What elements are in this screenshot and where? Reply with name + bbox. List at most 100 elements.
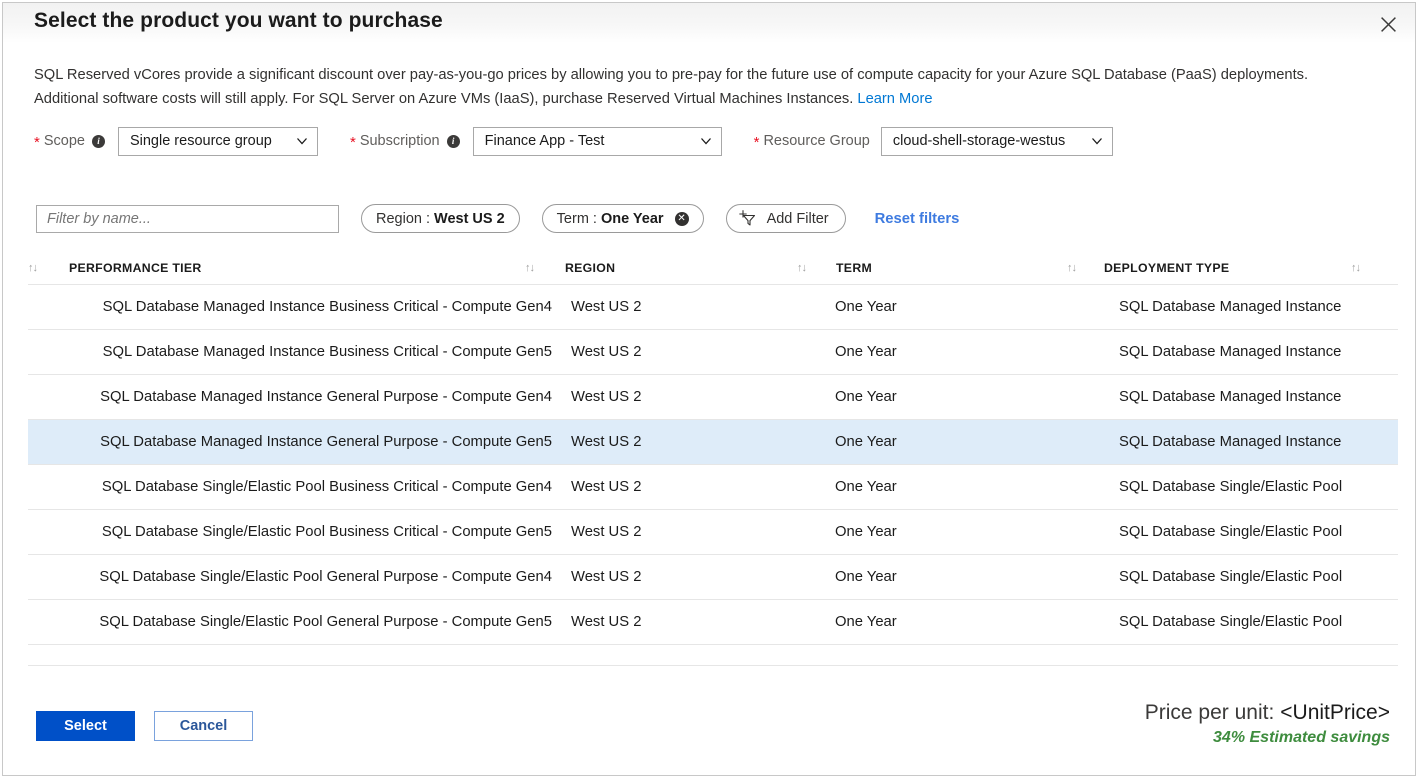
add-filter-label: Add Filter — [767, 211, 829, 227]
required-asterisk: * — [350, 135, 356, 150]
price-summary: Price per unit:<UnitPrice> 34% Estimated… — [1145, 701, 1390, 747]
cell-term: One Year — [834, 524, 1119, 540]
table-row[interactable]: SQL Database Single/Elastic Pool General… — [28, 554, 1398, 599]
cell-term: One Year — [834, 299, 1119, 315]
column-header-term[interactable]: TERM — [811, 261, 1067, 275]
table-header-row: ↑↓ PERFORMANCE TIER ↑↓ REGION ↑↓ TERM ↑↓… — [28, 251, 1398, 284]
required-asterisk: * — [34, 135, 40, 150]
cell-performance-tier: SQL Database Managed Instance Business C… — [28, 344, 552, 360]
cell-region: West US 2 — [552, 524, 834, 540]
resource-group-dropdown-value: cloud-shell-storage-westus — [893, 133, 1065, 149]
table-footer-spacer — [28, 644, 1398, 666]
description-text: SQL Reserved vCores provide a significan… — [34, 67, 1308, 107]
scope-selector-row: * Scope i Single resource group * Subscr… — [34, 127, 1113, 155]
cell-deployment-type: SQL Database Managed Instance — [1119, 299, 1398, 315]
products-table: ↑↓ PERFORMANCE TIER ↑↓ REGION ↑↓ TERM ↑↓… — [28, 251, 1398, 666]
cancel-button[interactable]: Cancel — [154, 711, 253, 741]
price-per-unit-value: <UnitPrice> — [1280, 701, 1390, 724]
cell-deployment-type: SQL Database Single/Elastic Pool — [1119, 524, 1398, 540]
select-button[interactable]: Select — [36, 711, 135, 741]
cell-term: One Year — [834, 569, 1119, 585]
chevron-down-icon — [296, 135, 308, 147]
resource-group-dropdown[interactable]: cloud-shell-storage-westus — [881, 127, 1113, 156]
cell-deployment-type: SQL Database Managed Instance — [1119, 344, 1398, 360]
cell-performance-tier: SQL Database Managed Instance General Pu… — [28, 389, 552, 405]
sort-icon[interactable]: ↑↓ — [525, 262, 539, 274]
cell-performance-tier: SQL Database Single/Elastic Pool General… — [28, 614, 552, 630]
learn-more-link[interactable]: Learn More — [857, 91, 932, 107]
cell-term: One Year — [834, 479, 1119, 495]
table-row[interactable]: SQL Database Managed Instance Business C… — [28, 329, 1398, 374]
search-input[interactable] — [36, 205, 339, 233]
filter-pill-term-value: One Year — [601, 211, 664, 227]
add-filter-button[interactable]: + Add Filter — [726, 204, 846, 233]
cell-region: West US 2 — [552, 389, 834, 405]
filter-pill-region-value: West US 2 — [434, 211, 505, 227]
close-icon[interactable] — [1369, 7, 1407, 41]
cell-performance-tier: SQL Database Single/Elastic Pool Busines… — [28, 479, 552, 495]
scope-dropdown-value: Single resource group — [130, 133, 272, 149]
dialog-description: SQL Reserved vCores provide a significan… — [34, 63, 1332, 111]
cell-region: West US 2 — [552, 614, 834, 630]
cell-region: West US 2 — [552, 569, 834, 585]
column-header-performance-tier[interactable]: PERFORMANCE TIER — [42, 261, 525, 275]
cell-region: West US 2 — [552, 479, 834, 495]
table-row[interactable]: SQL Database Single/Elastic Pool General… — [28, 599, 1398, 644]
add-filter-icon: + — [739, 210, 760, 228]
info-icon[interactable]: i — [92, 135, 105, 148]
cell-term: One Year — [834, 614, 1119, 630]
cell-performance-tier: SQL Database Managed Instance Business C… — [28, 299, 552, 315]
table-row[interactable]: SQL Database Single/Elastic Pool Busines… — [28, 464, 1398, 509]
page-title: Select the product you want to purchase — [34, 9, 443, 33]
scope-field: * Scope i Single resource group — [34, 127, 318, 156]
chevron-down-icon — [700, 135, 712, 147]
reset-filters-link[interactable]: Reset filters — [875, 211, 960, 227]
sort-icon[interactable]: ↑↓ — [1067, 262, 1081, 274]
cell-performance-tier: SQL Database Single/Elastic Pool Busines… — [28, 524, 552, 540]
column-header-region[interactable]: REGION — [539, 261, 797, 275]
required-asterisk: * — [754, 135, 760, 150]
cell-performance-tier: SQL Database Managed Instance General Pu… — [28, 434, 552, 450]
filter-pill-region-key: Region : — [376, 211, 430, 227]
table-row[interactable]: SQL Database Managed Instance General Pu… — [28, 374, 1398, 419]
info-icon[interactable]: i — [447, 135, 460, 148]
scope-label: Scope — [44, 133, 85, 149]
cell-deployment-type: SQL Database Single/Elastic Pool — [1119, 614, 1398, 630]
cell-term: One Year — [834, 434, 1119, 450]
estimated-savings: 34% Estimated savings — [1145, 729, 1390, 747]
scope-dropdown[interactable]: Single resource group — [118, 127, 318, 156]
sort-icon[interactable]: ↑↓ — [28, 262, 42, 274]
table-row[interactable]: SQL Database Single/Elastic Pool Busines… — [28, 509, 1398, 554]
table-row[interactable]: SQL Database Managed Instance General Pu… — [28, 419, 1398, 464]
resource-group-field: * Resource Group cloud-shell-storage-wes… — [754, 127, 1113, 156]
cell-term: One Year — [834, 344, 1119, 360]
cell-deployment-type: SQL Database Single/Elastic Pool — [1119, 569, 1398, 585]
funnel-icon — [742, 213, 756, 227]
price-per-unit-line: Price per unit:<UnitPrice> — [1145, 701, 1390, 725]
sort-icon[interactable]: ↑↓ — [797, 262, 811, 274]
column-header-deployment-type[interactable]: DEPLOYMENT TYPE — [1081, 261, 1351, 275]
filter-pill-term-key: Term : — [557, 211, 597, 227]
cell-deployment-type: SQL Database Managed Instance — [1119, 434, 1398, 450]
chevron-down-icon — [1091, 135, 1103, 147]
cell-region: West US 2 — [552, 299, 834, 315]
subscription-label: Subscription — [360, 133, 440, 149]
cell-region: West US 2 — [552, 344, 834, 360]
sort-icon[interactable]: ↑↓ — [1351, 262, 1365, 274]
subscription-dropdown-value: Finance App - Test — [485, 133, 605, 149]
cell-performance-tier: SQL Database Single/Elastic Pool General… — [28, 569, 552, 585]
cell-deployment-type: SQL Database Managed Instance — [1119, 389, 1398, 405]
remove-filter-icon[interactable]: ✕ — [675, 212, 689, 226]
table-row[interactable]: SQL Database Managed Instance Business C… — [28, 284, 1398, 329]
subscription-dropdown[interactable]: Finance App - Test — [473, 127, 722, 156]
filter-pill-term[interactable]: Term : One Year ✕ — [542, 204, 704, 233]
purchase-product-dialog: Select the product you want to purchase … — [2, 2, 1416, 776]
cell-term: One Year — [834, 389, 1119, 405]
filter-pill-region[interactable]: Region : West US 2 — [361, 204, 520, 233]
resource-group-label: Resource Group — [763, 133, 869, 149]
price-per-unit-label: Price per unit: — [1145, 701, 1275, 724]
cell-deployment-type: SQL Database Single/Elastic Pool — [1119, 479, 1398, 495]
cell-region: West US 2 — [552, 434, 834, 450]
table-body: SQL Database Managed Instance Business C… — [28, 284, 1398, 644]
subscription-field: * Subscription i Finance App - Test — [350, 127, 722, 156]
